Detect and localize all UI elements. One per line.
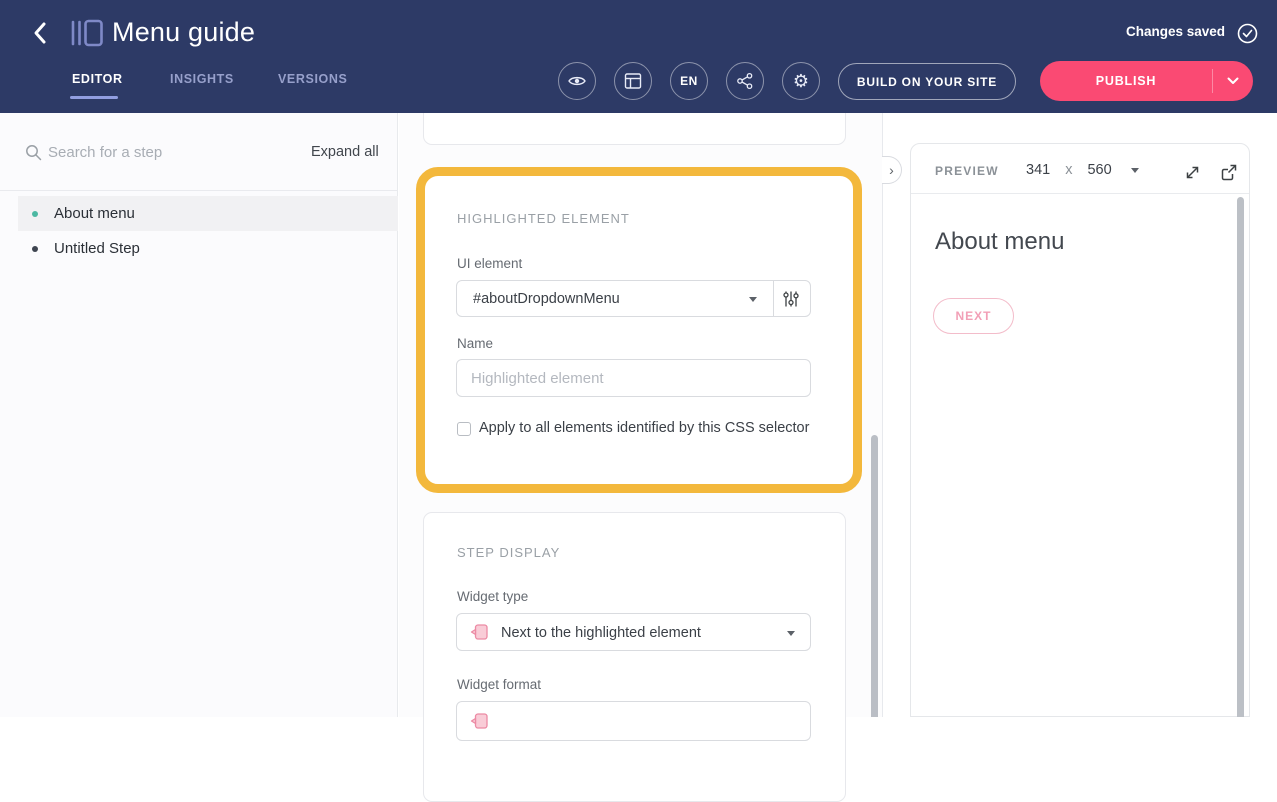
section-title: STEP DISPLAY: [457, 545, 560, 560]
publish-dropdown-button[interactable]: [1212, 61, 1253, 101]
page-title: Menu guide: [112, 17, 255, 48]
app-header: Menu guide Changes saved EDITOR INSIGHTS…: [0, 0, 1277, 113]
name-input[interactable]: [456, 359, 811, 397]
widget-type-value: Next to the highlighted element: [501, 625, 701, 641]
widget-type-select[interactable]: Next to the highlighted element: [456, 613, 811, 651]
build-on-your-site-button[interactable]: BUILD ON YOUR SITE: [838, 63, 1016, 100]
step-bullet-icon: [32, 246, 38, 252]
search-icon: [25, 144, 42, 166]
open-in-new-window-button[interactable]: [1217, 161, 1239, 183]
ui-element-label: UI element: [457, 256, 522, 271]
check-circle-icon: [1237, 23, 1258, 49]
gear-icon: ⚙: [793, 72, 809, 90]
expand-preview-button[interactable]: [1181, 161, 1203, 183]
publish-label[interactable]: PUBLISH: [1040, 61, 1212, 101]
preview-eye-button[interactable]: [558, 62, 596, 100]
back-chevron-icon: [33, 21, 47, 45]
sidebar-step-untitled[interactable]: Untitled Step: [18, 231, 398, 266]
changes-saved-status: Changes saved: [1126, 24, 1225, 39]
ui-element-value: #aboutDropdownMenu: [473, 291, 620, 307]
tab-editor[interactable]: EDITOR: [72, 72, 123, 86]
preview-width-value: 341: [1026, 162, 1050, 178]
preview-step-title: About menu: [935, 228, 1064, 256]
language-button[interactable]: EN: [670, 62, 708, 100]
active-tab-underline: [70, 96, 118, 99]
preview-height-value: 560: [1087, 162, 1111, 178]
sidebar-step-about-menu[interactable]: About menu: [18, 196, 398, 231]
apply-all-checkbox[interactable]: [457, 422, 471, 436]
tooltip-widget-icon: [469, 622, 490, 648]
chevron-down-icon: [787, 631, 795, 636]
widget-format-select[interactable]: [456, 701, 811, 741]
publish-button[interactable]: PUBLISH: [1040, 61, 1253, 101]
tab-versions[interactable]: VERSIONS: [278, 72, 347, 86]
preview-title: PREVIEW: [935, 164, 999, 178]
apply-all-label: Apply to all elements identified by this…: [479, 420, 809, 436]
chevron-down-icon: [749, 297, 757, 302]
sidebar-divider: [0, 190, 398, 191]
widget-format-label: Widget format: [457, 677, 541, 692]
back-button[interactable]: [28, 20, 52, 46]
chevron-right-icon: ›: [889, 162, 894, 178]
search-input[interactable]: [48, 141, 248, 163]
language-label: EN: [680, 74, 698, 88]
preview-next-button[interactable]: NEXT: [933, 298, 1014, 334]
share-icon: [736, 72, 754, 90]
size-separator: x: [1065, 162, 1072, 178]
widget-type-label: Widget type: [457, 589, 528, 604]
tooltip-widget-icon: [469, 711, 490, 737]
ui-element-select[interactable]: #aboutDropdownMenu: [456, 280, 811, 317]
eye-icon: [567, 71, 587, 91]
control-divider: [773, 281, 774, 316]
share-button[interactable]: [726, 62, 764, 100]
element-selector-settings-button[interactable]: [780, 288, 802, 310]
tab-insights[interactable]: INSIGHTS: [170, 72, 234, 86]
expand-arrows-icon: [1183, 163, 1202, 182]
layout-icon: [624, 72, 642, 90]
editor-scrollbar[interactable]: [871, 435, 878, 717]
preview-header-divider: [911, 193, 1249, 194]
layout-button[interactable]: [614, 62, 652, 100]
section-title: HIGHLIGHTED ELEMENT: [457, 211, 630, 226]
chevron-down-icon: [1131, 168, 1139, 173]
step-bullet-icon: [32, 211, 38, 217]
sliders-icon: [782, 290, 800, 308]
guide-logo-icon: [70, 18, 104, 53]
settings-button[interactable]: ⚙: [782, 62, 820, 100]
preview-scrollbar[interactable]: [1237, 197, 1244, 717]
name-label: Name: [457, 336, 493, 351]
step-label: About menu: [54, 205, 135, 222]
step-label: Untitled Step: [54, 240, 140, 257]
open-in-new-icon: [1219, 163, 1238, 182]
expand-all-link[interactable]: Expand all: [311, 144, 379, 160]
preview-size-select[interactable]: 341 x 560: [1026, 162, 1139, 178]
chevron-down-icon: [1227, 77, 1239, 85]
